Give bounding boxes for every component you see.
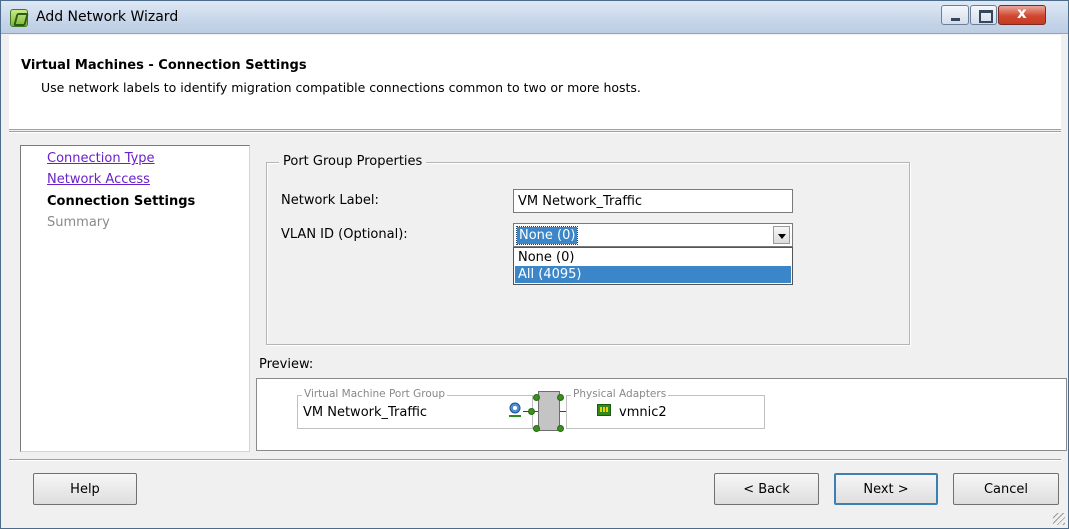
switch-port-icon	[557, 394, 564, 401]
switch-port-icon	[533, 394, 540, 401]
vm-port-group-name: VM Network_Traffic	[303, 405, 428, 420]
add-network-wizard-window: Add Network Wizard Virtual Machines - Co…	[0, 0, 1069, 529]
close-button[interactable]	[998, 4, 1046, 25]
network-label-input[interactable]	[513, 189, 793, 213]
virtual-machine-icon	[509, 402, 521, 417]
physical-adapters-legend: Physical Adapters	[571, 388, 669, 400]
nav-item-summary: Summary	[47, 215, 110, 230]
app-icon	[10, 9, 28, 27]
next-button[interactable]: Next >	[834, 473, 938, 505]
vm-port-group-legend: Virtual Machine Port Group	[302, 388, 448, 400]
vlan-id-label: VLAN ID (Optional):	[281, 227, 408, 242]
nav-item-network-access[interactable]: Network Access	[47, 172, 150, 187]
header-divider	[9, 131, 1061, 133]
wizard-steps-nav: Connection Type Network Access Connectio…	[20, 145, 250, 452]
footer-divider	[9, 459, 1061, 461]
cancel-button[interactable]: Cancel	[953, 473, 1059, 505]
vlan-option-none[interactable]: None (0)	[515, 249, 791, 266]
vlan-id-dropdown-list: None (0) All (4095)	[513, 247, 793, 285]
page-description: Use network labels to identify migration…	[41, 80, 641, 95]
vlan-id-select[interactable]: None (0)	[513, 223, 793, 247]
vlan-option-all[interactable]: All (4095)	[515, 266, 791, 283]
switch-port-icon	[533, 425, 540, 432]
switch-port-icon	[557, 425, 564, 432]
wizard-header: Virtual Machines - Connection Settings U…	[9, 35, 1061, 130]
network-label-label: Network Label:	[281, 193, 379, 208]
title-bar[interactable]: Add Network Wizard	[1, 1, 1068, 34]
resize-grip-icon[interactable]	[1053, 513, 1065, 525]
minimize-button[interactable]	[941, 5, 969, 25]
port-group-properties-legend: Port Group Properties	[279, 154, 427, 169]
maximize-button[interactable]	[970, 5, 997, 25]
window-title: Add Network Wizard	[36, 9, 179, 25]
network-adapter-icon	[597, 404, 611, 416]
connection-port-icon	[528, 408, 535, 415]
help-button[interactable]: Help	[33, 473, 137, 505]
physical-adapter-name: vmnic2	[619, 405, 667, 420]
nav-item-connection-type[interactable]: Connection Type	[47, 151, 155, 166]
vlan-id-selected-value: None (0)	[515, 226, 579, 245]
preview-label: Preview:	[259, 357, 314, 372]
back-button[interactable]: < Back	[714, 473, 819, 505]
chevron-down-icon[interactable]	[773, 226, 790, 244]
nav-item-connection-settings: Connection Settings	[47, 194, 196, 209]
page-title: Virtual Machines - Connection Settings	[21, 58, 307, 73]
